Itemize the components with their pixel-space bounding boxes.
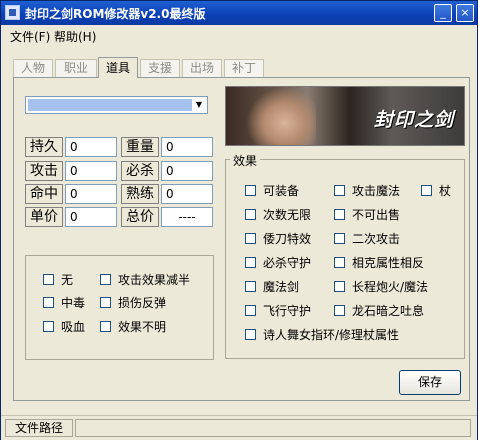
effect-half-attack-checkbox[interactable]: 攻击效果减半 bbox=[100, 272, 210, 288]
flag-magic-sword-checkbox[interactable]: 魔法剑 bbox=[245, 279, 325, 295]
total-price-value: ---- bbox=[161, 207, 213, 227]
flag-crit-guard-checkbox[interactable]: 必杀守护 bbox=[245, 255, 325, 271]
flag-equipable-checkbox[interactable]: 可装备 bbox=[245, 183, 325, 199]
window-title: 封印之剑ROM修改器v2.0最终版 bbox=[25, 7, 206, 21]
flag-long-range-checkbox[interactable]: 长程炮火/魔法 bbox=[334, 279, 454, 295]
flag-flying-guard-checkbox[interactable]: 飞行守护 bbox=[245, 303, 325, 319]
flag-dragonstone-dark-breath-checkbox[interactable]: 龙石暗之吐息 bbox=[334, 303, 454, 319]
minimize-button[interactable]: _ bbox=[434, 4, 452, 22]
durability-input[interactable]: 0 bbox=[65, 137, 117, 157]
flag-unsellable-checkbox[interactable]: 不可出售 bbox=[334, 207, 414, 223]
banner-logo-text: 封印之剑 bbox=[374, 109, 455, 131]
tab-class[interactable]: 职业 bbox=[55, 59, 97, 77]
total-price-label: 总价 bbox=[121, 207, 159, 227]
skill-label: 熟练 bbox=[121, 184, 159, 204]
character-portrait bbox=[246, 87, 316, 145]
flag-attack-magic-checkbox[interactable]: 攻击魔法 bbox=[334, 183, 414, 199]
chevron-down-icon[interactable]: ▼ bbox=[192, 98, 206, 112]
close-button[interactable]: × bbox=[456, 4, 474, 22]
item-select[interactable]: ▼ bbox=[25, 96, 208, 114]
hit-input[interactable]: 0 bbox=[65, 184, 117, 204]
effects-group-title: 效果 bbox=[230, 152, 261, 169]
tab-character[interactable]: 人物 bbox=[13, 59, 53, 77]
flag-unlimited-uses-checkbox[interactable]: 次数无限 bbox=[245, 207, 325, 223]
flag-staff-checkbox[interactable]: 杖 bbox=[421, 183, 457, 199]
menu-bar: 文件(F) 帮助(H) bbox=[1, 25, 477, 45]
tab-item[interactable]: 道具 bbox=[98, 57, 138, 78]
save-button[interactable]: 保存 bbox=[399, 370, 461, 395]
flag-bard-ring-repair-checkbox[interactable]: 诗人舞女指环/修理杖属性 bbox=[245, 327, 455, 343]
app-icon[interactable] bbox=[5, 5, 20, 20]
flag-double-attack-checkbox[interactable]: 二次攻击 bbox=[334, 231, 414, 247]
banner-image: 封印之剑 bbox=[225, 86, 465, 146]
effect-none-checkbox[interactable]: 无 bbox=[43, 272, 93, 288]
menu-file[interactable]: 文件(F) bbox=[10, 28, 50, 45]
effect-unknown-checkbox[interactable]: 效果不明 bbox=[100, 319, 210, 335]
effect-damage-reflect-checkbox[interactable]: 损伤反弹 bbox=[100, 295, 210, 311]
effect-poison-checkbox[interactable]: 中毒 bbox=[43, 295, 93, 311]
attack-input[interactable]: 0 bbox=[65, 161, 117, 181]
title-bar[interactable]: 封印之剑ROM修改器v2.0最终版 _ × bbox=[1, 1, 477, 25]
file-path-value bbox=[75, 419, 471, 437]
flag-katana-bonus-checkbox[interactable]: 倭刀特效 bbox=[245, 231, 325, 247]
flag-reverse-triangle-checkbox[interactable]: 相克属性相反 bbox=[334, 255, 454, 271]
item-select-value bbox=[28, 99, 192, 111]
hit-label: 命中 bbox=[25, 184, 63, 204]
tab-patch[interactable]: 补丁 bbox=[224, 59, 264, 77]
attack-label: 攻击 bbox=[25, 161, 63, 181]
main-window: 封印之剑ROM修改器v2.0最终版 _ × 文件(F) 帮助(H) 人物 职业 … bbox=[0, 0, 478, 440]
effect-drain-checkbox[interactable]: 吸血 bbox=[43, 319, 93, 335]
durability-label: 持久 bbox=[25, 137, 63, 157]
tab-support[interactable]: 支援 bbox=[140, 59, 180, 77]
weight-label: 重量 bbox=[121, 137, 159, 157]
menu-help[interactable]: 帮助(H) bbox=[54, 28, 96, 45]
weight-input[interactable]: 0 bbox=[161, 137, 213, 157]
tab-deploy[interactable]: 出场 bbox=[182, 59, 222, 77]
status-bar: 文件路径 bbox=[1, 415, 477, 440]
critical-input[interactable]: 0 bbox=[161, 161, 213, 181]
unit-price-label: 单价 bbox=[25, 207, 63, 227]
critical-label: 必杀 bbox=[121, 161, 159, 181]
file-path-label: 文件路径 bbox=[5, 419, 73, 437]
skill-input[interactable]: 0 bbox=[161, 184, 213, 204]
unit-price-input[interactable]: 0 bbox=[65, 207, 117, 227]
